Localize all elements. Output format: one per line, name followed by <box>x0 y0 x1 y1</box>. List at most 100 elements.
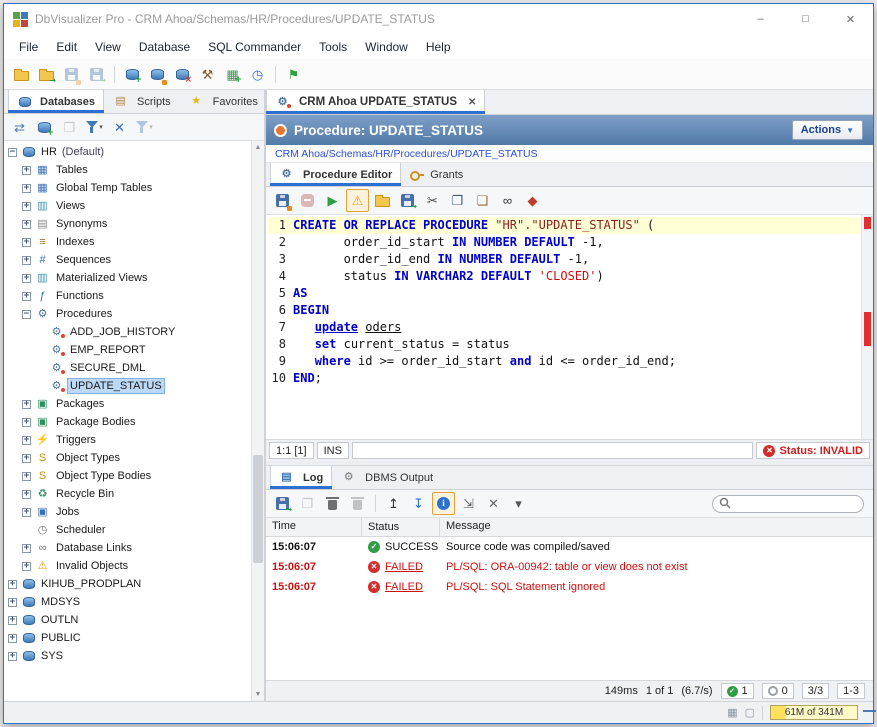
expand-icon[interactable]: + <box>22 562 31 571</box>
tree-item-emp-report[interactable]: ⚙EMP_REPORT <box>4 341 250 359</box>
code-line-3[interactable]: 3 order_id_end IN NUMBER DEFAULT -1, <box>268 251 860 268</box>
open-bookmark-icon[interactable]: → <box>35 63 58 86</box>
log-delete-icon[interactable] <box>321 492 344 515</box>
compile-warning-icon[interactable]: ⚠ <box>346 189 369 212</box>
log-more-icon[interactable]: ▾ <box>507 492 530 515</box>
menu-view[interactable]: View <box>86 37 130 57</box>
tab-procedure-editor[interactable]: ⚙ Procedure Editor <box>270 163 401 186</box>
scrollbar-thumb[interactable] <box>253 455 263 563</box>
expand-icon[interactable]: + <box>22 436 31 445</box>
tree-item-packages[interactable]: +▣Packages <box>4 395 250 413</box>
code-line-9[interactable]: 9 where id >= order_id_start and id <= o… <box>268 353 860 370</box>
tree-item-sys[interactable]: +SYS <box>4 647 250 665</box>
tree-item-mdsys[interactable]: +MDSYS <box>4 593 250 611</box>
tab-scripts[interactable]: ▤ Scripts <box>104 90 180 113</box>
panel-icon[interactable]: ▢ <box>745 706 755 719</box>
code-line-7[interactable]: 7 update oders <box>268 319 860 336</box>
close-button[interactable]: ✕ <box>828 4 873 34</box>
tab-favorites[interactable]: ★ Favorites <box>180 90 267 113</box>
expand-icon[interactable]: + <box>22 454 31 463</box>
log-fit-icon[interactable]: ⇲ <box>457 492 480 515</box>
log-row[interactable]: 15:06:07✓SUCCESSSource code was compiled… <box>266 537 873 557</box>
tree-item-add-job-history[interactable]: ⚙ADD_JOB_HISTORY <box>4 323 250 341</box>
column-status[interactable]: Status <box>362 518 440 536</box>
tree-item-object-type-bodies[interactable]: +SObject Type Bodies <box>4 467 250 485</box>
code-line-2[interactable]: 2 order_id_start IN NUMBER DEFAULT -1, <box>268 234 860 251</box>
tree-item-sequences[interactable]: +#Sequences <box>4 251 250 269</box>
menu-sql-commander[interactable]: SQL Commander <box>199 37 310 57</box>
maximize-button[interactable]: □ <box>783 4 828 34</box>
tree-item-global-temp-tables[interactable]: +▦Global Temp Tables <box>4 179 250 197</box>
close-tab-icon[interactable]: ✕ <box>468 97 476 108</box>
error-mark[interactable] <box>864 217 871 229</box>
expand-icon[interactable]: + <box>22 220 31 229</box>
scroll-up-icon[interactable]: ▲ <box>252 141 264 154</box>
tab-dbms-output[interactable]: ⚙ DBMS Output <box>332 466 442 489</box>
tree-item-outln[interactable]: +OUTLN <box>4 611 250 629</box>
tree-disconnect-icon[interactable]: ✕ <box>108 116 131 139</box>
menu-help[interactable]: Help <box>417 37 460 57</box>
tool-properties-icon[interactable]: ⚒ <box>196 63 219 86</box>
menu-tools[interactable]: Tools <box>310 37 356 57</box>
code-line-4[interactable]: 4 status IN VARCHAR2 DEFAULT 'CLOSED') <box>268 268 860 285</box>
create-connection-icon[interactable]: + <box>121 63 144 86</box>
new-table-icon[interactable]: ▦+ <box>221 63 244 86</box>
tab-log[interactable]: ▤ Log <box>270 466 332 489</box>
expand-icon[interactable]: + <box>22 400 31 409</box>
collapse-icon[interactable]: − <box>8 148 17 157</box>
tree-copy-icon[interactable]: ❐ <box>58 116 81 139</box>
save-procedure-icon[interactable] <box>271 189 294 212</box>
tree-item-scheduler[interactable]: ◷Scheduler <box>4 521 250 539</box>
tree-item-object-types[interactable]: +SObject Types <box>4 449 250 467</box>
code-line-5[interactable]: 5AS <box>268 285 860 302</box>
tree-create-connection-icon[interactable]: + <box>33 116 56 139</box>
remove-connection-icon[interactable]: × <box>171 63 194 86</box>
log-row[interactable]: 15:06:07✕FAILEDPL/SQL: ORA-00942: table … <box>266 557 873 577</box>
tab-grants[interactable]: Grants <box>401 163 472 186</box>
tree-item-invalid-objects[interactable]: +⚠Invalid Objects <box>4 557 250 575</box>
tree-filter-icon[interactable]: ▾ <box>83 116 106 139</box>
menu-database[interactable]: Database <box>130 37 199 57</box>
tree-item-functions[interactable]: +ƒFunctions <box>4 287 250 305</box>
collapse-icon[interactable]: − <box>22 310 31 319</box>
expand-icon[interactable]: + <box>8 580 17 589</box>
tree-item-update-status[interactable]: ⚙UPDATE_STATUS <box>4 377 250 395</box>
code-line-6[interactable]: 6BEGIN <box>268 302 860 319</box>
expand-icon[interactable]: + <box>22 472 31 481</box>
error-mark[interactable] <box>864 312 871 346</box>
column-message[interactable]: Message <box>440 518 873 536</box>
log-search-input[interactable] <box>712 495 864 513</box>
expand-icon[interactable]: + <box>22 238 31 247</box>
tree-item-synonyms[interactable]: +▤Synonyms <box>4 215 250 233</box>
export-icon[interactable]: → <box>85 63 108 86</box>
tree-item-procedures[interactable]: −⚙Procedures <box>4 305 250 323</box>
save-to-file-icon[interactable]: → <box>396 189 419 212</box>
find-replace-icon[interactable]: ∞ <box>496 189 519 212</box>
expand-icon[interactable]: + <box>22 166 31 175</box>
code-line-1[interactable]: 1CREATE OR REPLACE PROCEDURE "HR"."UPDAT… <box>268 217 860 234</box>
monitor-icon[interactable]: ◷ <box>246 63 269 86</box>
scroll-to-top-icon[interactable]: ↥ <box>382 492 405 515</box>
code-line-10[interactable]: 10END; <box>268 370 860 387</box>
tree-item-hr[interactable]: −HR(Default) <box>4 143 250 161</box>
tree-item-tables[interactable]: +▦Tables <box>4 161 250 179</box>
copy-icon[interactable]: ❐ <box>446 189 469 212</box>
tree-item-recycle-bin[interactable]: +♻Recycle Bin <box>4 485 250 503</box>
minimize-button[interactable]: – <box>738 4 783 34</box>
tree-item-database-links[interactable]: +∞Database Links <box>4 539 250 557</box>
expand-icon[interactable]: + <box>22 490 31 499</box>
expand-icon[interactable]: + <box>22 184 31 193</box>
sync-selection-icon[interactable]: ⇄ <box>8 116 31 139</box>
menu-file[interactable]: File <box>10 37 47 57</box>
scroll-to-bottom-icon[interactable]: ↧ <box>407 492 430 515</box>
tree-item-secure-dml[interactable]: ⚙SECURE_DML <box>4 359 250 377</box>
tree-item-jobs[interactable]: +▣Jobs <box>4 503 250 521</box>
expand-icon[interactable]: + <box>8 598 17 607</box>
flag-run-icon[interactable]: ⚑ <box>282 63 305 86</box>
expand-icon[interactable]: + <box>8 652 17 661</box>
new-bookmark-icon[interactable] <box>10 63 33 86</box>
actions-button[interactable]: Actions ▼ <box>792 120 863 140</box>
tree-item-package-bodies[interactable]: +▣Package Bodies <box>4 413 250 431</box>
cut-icon[interactable]: ✂ <box>421 189 444 212</box>
log-copy-icon[interactable]: ❐ <box>296 492 319 515</box>
